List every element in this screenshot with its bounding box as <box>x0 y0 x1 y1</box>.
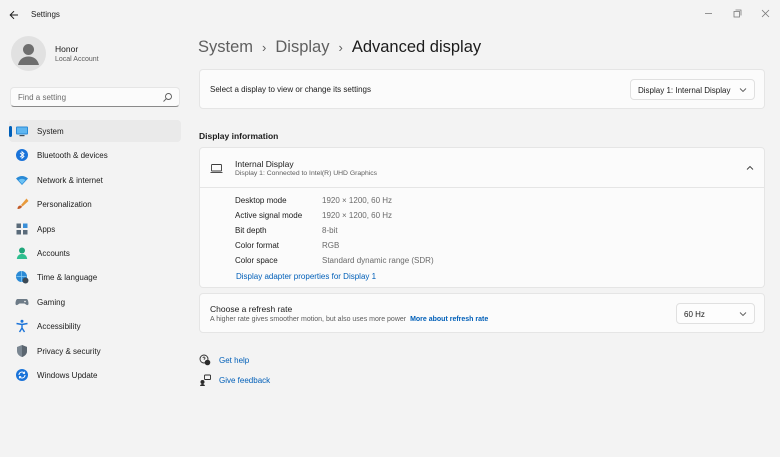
restore-icon <box>733 9 741 17</box>
refresh-rate-card: Choose a refresh rate A higher rate give… <box>199 293 765 333</box>
sidebar-item-label: Accessibility <box>37 322 81 332</box>
minimize-button[interactable] <box>698 5 718 21</box>
sidebar-item-windows-update[interactable]: Windows Update <box>9 364 181 386</box>
refresh-rate-description-row: A higher rate gives smoother motion, but… <box>210 316 488 323</box>
property-value: 1920 × 1200, 60 Hz <box>322 211 393 220</box>
sidebar-item-label: Privacy & security <box>37 346 101 356</box>
gamepad-icon <box>15 298 29 305</box>
property-key: Active signal mode <box>235 211 303 220</box>
property-key: Bit depth <box>235 226 267 235</box>
breadcrumb-display[interactable]: Display <box>275 38 329 57</box>
display-connection: Display 1: Connected to Intel(R) UHD Gra… <box>235 170 378 177</box>
brush-icon <box>17 198 29 210</box>
sidebar-item-accessibility[interactable]: Accessibility <box>9 315 181 337</box>
user-profile[interactable]: Honor Local Account <box>11 36 181 74</box>
search-input[interactable]: Find a setting <box>10 87 180 107</box>
back-button[interactable] <box>4 5 24 25</box>
give-feedback-link[interactable]: Give feedback <box>219 376 270 385</box>
property-value: 1920 × 1200, 60 Hz <box>322 196 393 205</box>
sidebar-item-label: Bluetooth & devices <box>37 151 108 161</box>
property-value: RGB <box>322 241 340 250</box>
globe-clock-icon <box>16 271 29 284</box>
sidebar-item-time-language[interactable]: Time & language <box>9 266 181 288</box>
display-info-details: Desktop mode 1920 × 1200, 60 Hz Active s… <box>199 188 765 288</box>
laptop-icon <box>210 164 223 173</box>
breadcrumb: System › Display › Advanced display <box>198 35 481 59</box>
refresh-rate-dropdown[interactable]: 60 Hz <box>676 303 755 324</box>
apps-icon <box>16 223 28 235</box>
sidebar-item-label: Accounts <box>37 248 70 258</box>
get-help-row[interactable]: Get help <box>199 352 249 368</box>
shield-icon <box>17 344 27 357</box>
active-indicator <box>9 126 12 137</box>
monitor-icon <box>16 126 28 137</box>
section-title: Display information <box>199 131 279 141</box>
sidebar-item-label: Apps <box>37 224 56 234</box>
get-help-link[interactable]: Get help <box>219 356 249 365</box>
property-key: Color space <box>235 256 278 265</box>
display-select-label: Select a display to view or change its s… <box>210 85 371 94</box>
breadcrumb-separator: › <box>262 39 267 55</box>
person-icon <box>16 247 28 259</box>
sidebar-item-label: Personalization <box>37 200 92 210</box>
refresh-rate-description: A higher rate gives smoother motion, but… <box>210 316 407 323</box>
bluetooth-icon <box>16 149 28 162</box>
display-info-header[interactable]: Internal Display Display 1: Connected to… <box>199 147 765 188</box>
search-placeholder: Find a setting <box>18 93 67 102</box>
feedback-icon <box>200 374 211 386</box>
display-dropdown-value: Display 1: Internal Display <box>638 86 731 95</box>
sidebar-item-bluetooth[interactable]: Bluetooth & devices <box>9 144 181 166</box>
page-title: Advanced display <box>351 37 482 56</box>
accessibility-icon <box>16 319 28 333</box>
sidebar-item-label: Network & internet <box>37 175 103 185</box>
breadcrumb-separator: › <box>338 39 343 55</box>
refresh-rate-title: Choose a refresh rate <box>210 304 293 314</box>
display-dropdown[interactable]: Display 1: Internal Display <box>630 79 755 100</box>
sidebar-item-accounts[interactable]: Accounts <box>9 242 181 264</box>
sidebar-item-apps[interactable]: Apps <box>9 218 181 240</box>
property-value: 8-bit <box>322 226 338 235</box>
property-value: Standard dynamic range (SDR) <box>322 256 434 265</box>
sidebar-item-gaming[interactable]: Gaming <box>9 291 181 313</box>
sidebar-nav: System Bluetooth & devices Network & int… <box>9 120 181 388</box>
chevron-up-icon[interactable] <box>746 165 754 171</box>
adapter-properties-link[interactable]: Display adapter properties for Display 1 <box>236 272 376 281</box>
help-chat-icon <box>199 354 211 366</box>
chevron-down-icon <box>739 312 747 317</box>
person-silhouette-icon <box>18 44 39 65</box>
sidebar-item-network[interactable]: Network & internet <box>9 169 181 191</box>
chevron-down-icon <box>739 88 747 93</box>
title-bar: Settings <box>0 0 780 30</box>
search-icon <box>163 93 172 102</box>
minimize-icon <box>704 12 712 14</box>
account-type: Local Account <box>55 56 99 63</box>
give-feedback-row[interactable]: Give feedback <box>199 372 270 388</box>
breadcrumb-system[interactable]: System <box>198 38 253 57</box>
restore-button[interactable] <box>727 5 747 21</box>
sidebar-item-personalization[interactable]: Personalization <box>9 193 181 215</box>
update-icon <box>16 368 28 381</box>
display-name: Internal Display <box>235 159 294 169</box>
close-button[interactable] <box>755 5 775 21</box>
sidebar-item-label: Time & language <box>37 273 98 283</box>
more-about-refresh-rate-link[interactable]: More about refresh rate <box>410 316 488 323</box>
display-select-card: Select a display to view or change its s… <box>199 69 765 109</box>
avatar <box>11 36 46 71</box>
property-key: Desktop mode <box>235 196 287 205</box>
wifi-icon <box>16 175 28 185</box>
user-name: Honor <box>55 44 79 54</box>
sidebar-item-system[interactable]: System <box>9 120 181 142</box>
sidebar-item-label: Gaming <box>37 297 66 307</box>
refresh-rate-value: 60 Hz <box>684 310 705 319</box>
sidebar-item-label: Windows Update <box>37 370 98 380</box>
app-title: Settings <box>31 10 60 19</box>
back-arrow-icon <box>9 10 18 20</box>
property-key: Color format <box>235 241 280 250</box>
close-icon <box>761 9 769 17</box>
sidebar-item-privacy[interactable]: Privacy & security <box>9 340 181 362</box>
sidebar-item-label: System <box>37 127 64 136</box>
